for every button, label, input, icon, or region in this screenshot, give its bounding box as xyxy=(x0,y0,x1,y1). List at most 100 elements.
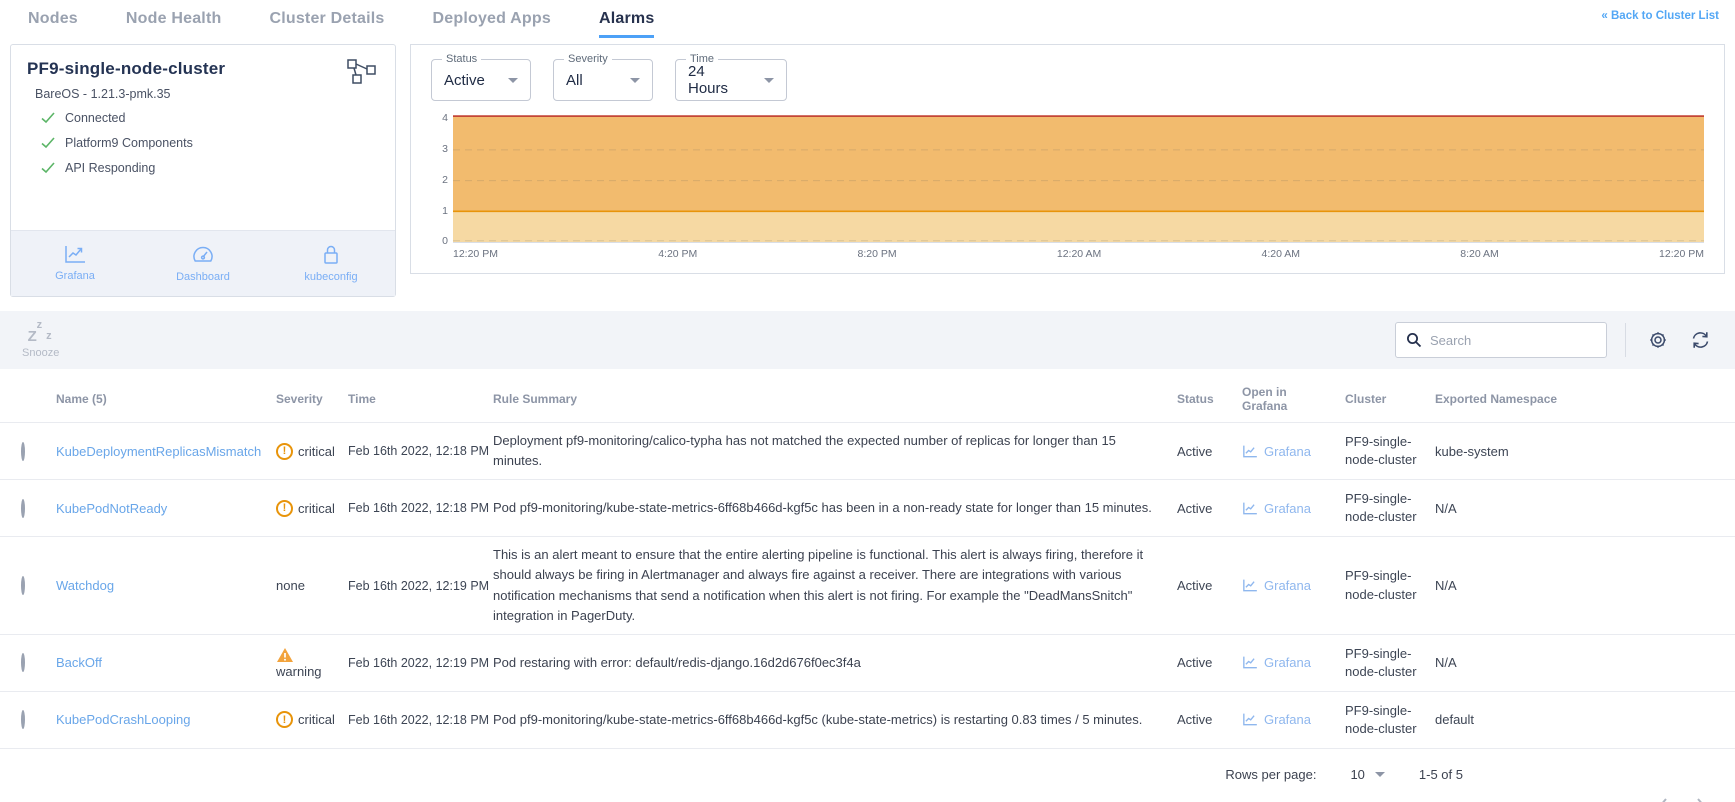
header-exported-namespace: Exported Namespace xyxy=(1435,392,1735,406)
row-select-radio[interactable] xyxy=(21,576,25,595)
alarm-time: Feb 16th 2022, 12:18 PM xyxy=(348,501,493,515)
header-rule-summary: Rule Summary xyxy=(493,392,1177,406)
header-cluster: Cluster xyxy=(1345,392,1435,406)
check-icon xyxy=(41,112,55,124)
header-open-in-grafana: Open in Grafana xyxy=(1242,385,1345,413)
alarms-chart-panel: Status Active Severity All Time 24 Hours… xyxy=(410,44,1725,274)
alarm-namespace: N/A xyxy=(1435,655,1735,670)
search-icon xyxy=(1406,332,1422,348)
row-select-radio[interactable] xyxy=(21,653,25,672)
line-chart-icon xyxy=(1242,713,1258,726)
table-row: KubePodNotReady !critical Feb 16th 2022,… xyxy=(0,479,1735,536)
rows-per-page-select[interactable]: 10 xyxy=(1350,767,1384,782)
alarm-name-link[interactable]: KubePodNotReady xyxy=(56,501,167,516)
alarm-status: Active xyxy=(1177,578,1242,593)
alarm-status: Active xyxy=(1177,501,1242,516)
cluster-topology-icon xyxy=(347,59,377,85)
open-in-grafana-link[interactable]: Grafana xyxy=(1242,501,1331,516)
tab-nodes[interactable]: Nodes xyxy=(28,10,78,35)
critical-icon: ! xyxy=(276,711,293,728)
header-name: Name (5) xyxy=(56,392,276,406)
alarm-namespace: N/A xyxy=(1435,578,1735,593)
open-in-grafana-link[interactable]: Grafana xyxy=(1242,655,1331,670)
chevron-down-icon xyxy=(508,78,518,83)
tab-alarms[interactable]: Alarms xyxy=(599,10,654,38)
table-row: BackOff warning Feb 16th 2022, 12:19 PM … xyxy=(0,634,1735,691)
table-toolbar: zZz Snooze xyxy=(0,311,1735,369)
search-box xyxy=(1395,322,1607,358)
status-platform9-components: Platform9 Components xyxy=(41,136,379,150)
rule-summary: Pod pf9-monitoring/kube-state-metrics-6f… xyxy=(493,498,1177,518)
alarms-area-chart: 4 3 2 1 0 xyxy=(431,113,1704,243)
summary-panels: PF9-single-node-cluster BareOS - 1.21.3-… xyxy=(0,40,1735,297)
search-input[interactable] xyxy=(1430,333,1606,348)
tab-cluster-details[interactable]: Cluster Details xyxy=(269,10,384,35)
table-row: KubePodCrashLooping !critical Feb 16th 2… xyxy=(0,691,1735,748)
header-severity: Severity xyxy=(276,392,348,406)
line-chart-icon xyxy=(64,245,86,264)
check-icon xyxy=(41,137,55,149)
chevron-down-icon xyxy=(1375,772,1385,777)
line-chart-icon xyxy=(1242,445,1258,458)
warning-icon xyxy=(276,647,294,663)
cluster-name: PF9-single-node-cluster xyxy=(27,59,379,79)
alarm-time: Feb 16th 2022, 12:18 PM xyxy=(348,713,493,727)
row-select-radio[interactable] xyxy=(21,499,25,518)
critical-icon: ! xyxy=(276,443,293,460)
chart-x-axis: 12:20 PM 4:20 PM 8:20 PM 12:20 AM 4:20 A… xyxy=(453,248,1704,260)
alarm-namespace: kube-system xyxy=(1435,444,1735,459)
alarm-cluster: PF9-single-node-cluster xyxy=(1345,567,1435,603)
gauge-icon xyxy=(192,245,214,265)
refresh-button[interactable] xyxy=(1690,330,1711,350)
chart-y-axis: 4 3 2 1 0 xyxy=(431,113,453,243)
check-icon xyxy=(41,162,55,174)
open-in-grafana-link[interactable]: Grafana xyxy=(1242,578,1331,593)
rule-summary: Pod pf9-monitoring/kube-state-metrics-6f… xyxy=(493,710,1177,730)
alarm-status: Active xyxy=(1177,712,1242,727)
open-in-grafana-link[interactable]: Grafana xyxy=(1242,444,1331,459)
tab-node-health[interactable]: Node Health xyxy=(126,10,222,35)
cluster-card-footer: Grafana Dashboard kubeconfig xyxy=(11,230,395,296)
severity-filter-select[interactable]: Severity All xyxy=(553,59,653,101)
alarm-name-link[interactable]: KubePodCrashLooping xyxy=(56,712,190,727)
alarm-name-link[interactable]: Watchdog xyxy=(56,578,114,593)
dashboard-link[interactable]: Dashboard xyxy=(139,231,267,296)
chevron-down-icon xyxy=(764,78,774,83)
table-header: Name (5) Severity Time Rule Summary Stat… xyxy=(0,375,1735,422)
alarm-status: Active xyxy=(1177,655,1242,670)
row-select-radio[interactable] xyxy=(21,442,25,461)
status-filter-select[interactable]: Status Active xyxy=(431,59,531,101)
row-select-radio[interactable] xyxy=(21,710,25,729)
rule-summary: Pod restaring with error: default/redis-… xyxy=(493,653,1177,673)
critical-icon: ! xyxy=(276,500,293,517)
lock-icon xyxy=(321,244,341,265)
tab-deployed-apps[interactable]: Deployed Apps xyxy=(433,10,551,35)
line-chart-icon xyxy=(1242,579,1258,592)
next-page-button[interactable] xyxy=(1695,797,1707,802)
snooze-button[interactable]: zZz Snooze xyxy=(22,321,59,359)
chart-plot-area xyxy=(453,113,1704,243)
settings-button[interactable] xyxy=(1648,330,1668,350)
alarm-cluster: PF9-single-node-cluster xyxy=(1345,433,1435,469)
header-time: Time xyxy=(348,392,493,406)
back-to-cluster-list-link[interactable]: « Back to Cluster List xyxy=(1601,10,1719,22)
previous-page-button[interactable] xyxy=(1657,797,1669,802)
status-api-responding: API Responding xyxy=(41,161,379,175)
kubeconfig-link[interactable]: kubeconfig xyxy=(267,231,395,296)
alarm-name-link[interactable]: KubeDeploymentReplicasMismatch xyxy=(56,444,261,459)
open-in-grafana-link[interactable]: Grafana xyxy=(1242,712,1331,727)
grafana-link[interactable]: Grafana xyxy=(11,231,139,296)
rule-summary: This is an alert meant to ensure that th… xyxy=(493,545,1177,626)
alarm-time: Feb 16th 2022, 12:19 PM xyxy=(348,579,493,593)
toolbar-divider xyxy=(1625,323,1626,357)
chart-filters: Status Active Severity All Time 24 Hours xyxy=(431,59,1704,101)
alarm-time: Feb 16th 2022, 12:19 PM xyxy=(348,656,493,670)
alarm-name-link[interactable]: BackOff xyxy=(56,655,102,670)
header-status: Status xyxy=(1177,392,1242,406)
alarm-cluster: PF9-single-node-cluster xyxy=(1345,702,1435,738)
rule-summary: Deployment pf9-monitoring/calico-typha h… xyxy=(493,431,1177,471)
time-filter-select[interactable]: Time 24 Hours xyxy=(675,59,787,101)
cluster-version: BareOS - 1.21.3-pmk.35 xyxy=(35,87,379,101)
pagination-range: 1-5 of 5 xyxy=(1419,767,1463,782)
snooze-icon: zZz xyxy=(28,321,54,345)
